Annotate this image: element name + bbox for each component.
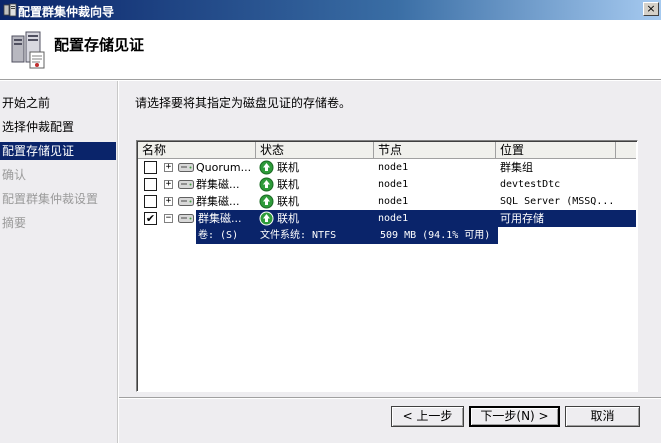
row-status: 联机: [277, 212, 299, 225]
row-name: Quorum...: [196, 161, 252, 174]
window-title: 配置群集仲裁向导: [18, 5, 115, 19]
footer-divider: [119, 397, 661, 399]
page-title: 配置存储见证: [54, 36, 145, 54]
column-header-node[interactable]: 节点: [374, 142, 496, 159]
row-name: 群集磁...: [196, 178, 240, 191]
close-icon: ×: [646, 2, 656, 15]
step-summary: 摘要: [2, 216, 27, 230]
row-checkbox[interactable]: [144, 161, 157, 174]
row-node: node1: [378, 179, 409, 190]
detail-filesystem: 文件系统: NTFS: [260, 230, 337, 241]
column-header-status[interactable]: 状态: [256, 142, 374, 159]
step-configure-quorum-settings: 配置群集仲裁设置: [2, 192, 99, 206]
row-checkbox[interactable]: [144, 195, 157, 208]
cluster-server-icon: [11, 31, 45, 69]
table-row-selected[interactable]: ✔ − 群集磁... 联机 node1 可用存储: [138, 210, 636, 227]
expand-icon[interactable]: +: [164, 180, 173, 189]
next-button[interactable]: 下一步(N) >: [469, 406, 560, 427]
volume-detail-row: 卷: (S) 文件系统: NTFS 509 MB (94.1% 可用): [138, 227, 636, 244]
row-location: 群集组: [500, 161, 533, 174]
row-location: devtestDtc: [500, 179, 561, 190]
wizard-steps-nav: 开始之前 选择仲裁配置 配置存储见证 确认 配置群集仲裁设置 摘要: [0, 81, 118, 443]
storage-volume-list[interactable]: 名称 状态 节点 位置 + Quorum... 联机 node1 群集组 + 群…: [136, 140, 638, 392]
row-checkbox-checked[interactable]: ✔: [144, 212, 157, 225]
table-row[interactable]: + Quorum... 联机 node1 群集组: [138, 159, 636, 176]
step-configure-storage-witness[interactable]: 配置存储见证: [0, 142, 116, 160]
row-checkbox[interactable]: [144, 178, 157, 191]
row-status: 联机: [277, 161, 299, 174]
online-status-icon: [259, 160, 274, 175]
step-before-you-begin[interactable]: 开始之前: [0, 94, 116, 112]
step-select-quorum-config[interactable]: 选择仲裁配置: [0, 118, 116, 136]
row-name: 群集磁...: [196, 195, 240, 208]
title-bar: 配置群集仲裁向导 ×: [0, 0, 661, 20]
column-header-name[interactable]: 名称: [138, 142, 256, 159]
row-location: SQL Server (MSSQ...: [500, 196, 615, 207]
checkmark-icon: ✔: [145, 212, 156, 225]
row-status: 联机: [277, 178, 299, 191]
detail-volume: 卷: (S): [198, 230, 239, 241]
table-row[interactable]: + 群集磁... 联机 node1 SQL Server (MSSQ...: [138, 193, 636, 210]
online-status-icon: [259, 194, 274, 209]
disk-icon: [178, 180, 194, 189]
detail-size: 509 MB (94.1% 可用): [380, 230, 491, 241]
row-node: node1: [378, 196, 409, 207]
row-name: 群集磁...: [198, 212, 242, 225]
list-header: 名称 状态 节点 位置: [138, 142, 636, 159]
cancel-button[interactable]: 取消: [565, 406, 640, 427]
close-button[interactable]: ×: [643, 2, 659, 16]
wizard-content: 请选择要将其指定为磁盘见证的存储卷。 名称 状态 节点 位置 + Quorum.…: [119, 81, 661, 443]
step-confirmation: 确认: [2, 168, 27, 182]
online-status-icon: [259, 177, 274, 192]
column-header-filler: [616, 142, 636, 159]
instruction-text: 请选择要将其指定为磁盘见证的存储卷。: [135, 96, 352, 110]
disk-icon: [178, 214, 194, 223]
wizard-app-icon: [3, 3, 17, 17]
row-location: 可用存储: [500, 212, 544, 225]
column-header-location[interactable]: 位置: [496, 142, 616, 159]
expand-icon[interactable]: +: [164, 163, 173, 172]
expand-icon[interactable]: +: [164, 197, 173, 206]
row-status: 联机: [277, 195, 299, 208]
wizard-header: 配置存储见证: [0, 20, 661, 79]
collapse-icon[interactable]: −: [164, 214, 173, 223]
table-row[interactable]: + 群集磁... 联机 node1 devtestDtc: [138, 176, 636, 193]
disk-icon: [178, 163, 194, 172]
online-status-icon: [259, 211, 274, 226]
back-button[interactable]: < 上一步: [391, 406, 464, 427]
disk-icon: [178, 197, 194, 206]
row-node: node1: [378, 213, 409, 224]
row-node: node1: [378, 162, 409, 173]
